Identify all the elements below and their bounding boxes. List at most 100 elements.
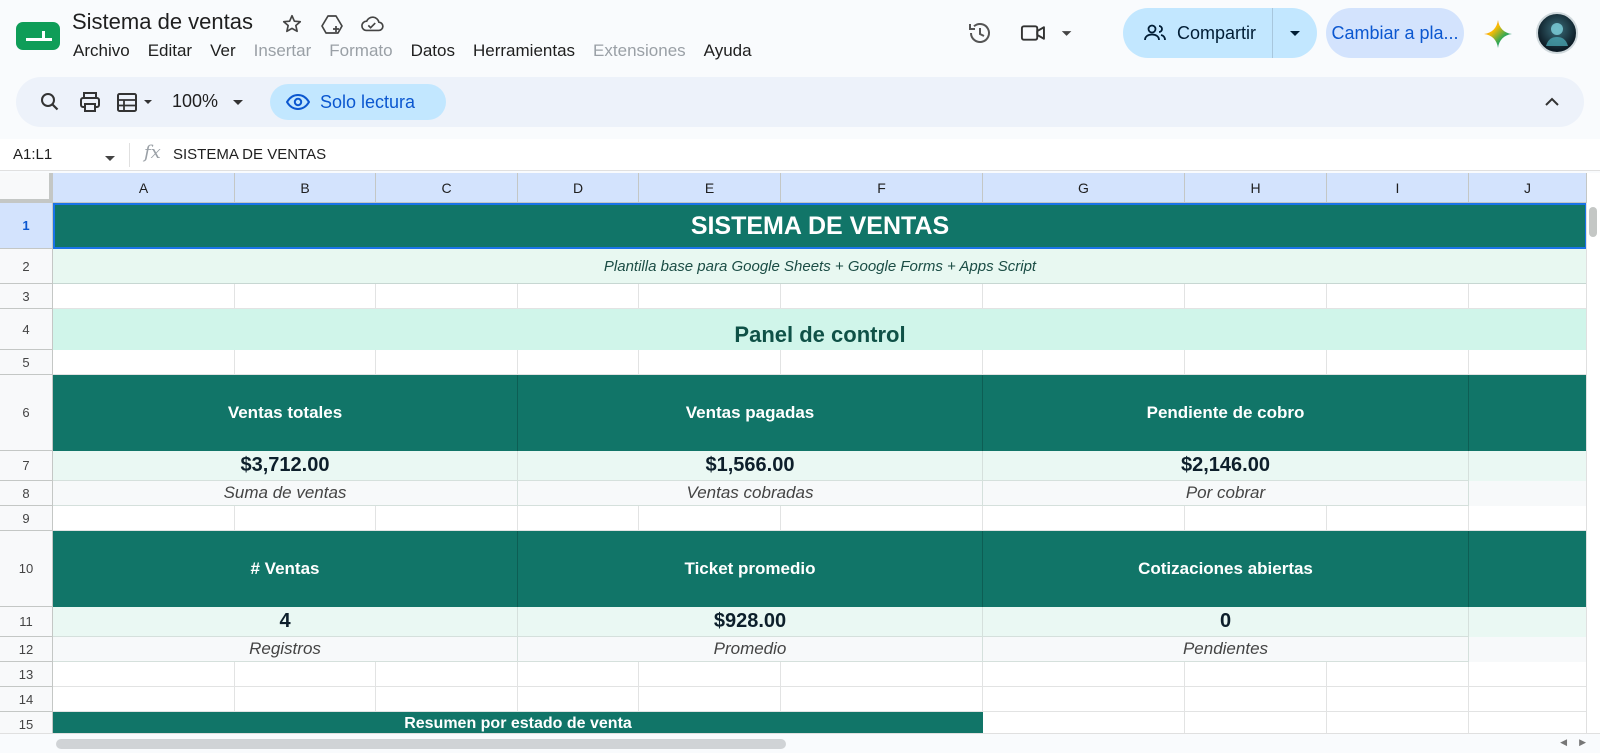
cell[interactable] [1185, 284, 1327, 309]
cell[interactable] [781, 284, 983, 309]
cell[interactable] [376, 662, 518, 687]
sheet-subtitle[interactable]: Plantilla base para Google Sheets + Goog… [53, 249, 1587, 284]
row-header-11[interactable]: 11 [0, 607, 53, 637]
zoom-select[interactable]: 100% [172, 91, 246, 112]
kpi-caption-ticket-promedio[interactable]: Promedio [518, 637, 983, 662]
menu-herramientas[interactable]: Herramientas [464, 40, 584, 62]
cell[interactable] [639, 506, 781, 531]
cell[interactable] [1469, 662, 1587, 687]
cell[interactable] [983, 687, 1185, 712]
meet-button[interactable] [1020, 20, 1076, 46]
column-header-d[interactable]: D [518, 173, 639, 203]
panel-title[interactable]: Panel de control [53, 309, 1587, 350]
kpi-heading-cotizaciones[interactable]: Cotizaciones abiertas [983, 531, 1469, 607]
menu-datos[interactable]: Datos [402, 40, 464, 62]
row-header-13[interactable]: 13 [0, 662, 53, 687]
cell[interactable] [1469, 451, 1587, 481]
cell[interactable] [53, 350, 235, 375]
cell[interactable] [376, 350, 518, 375]
cloud-status-icon[interactable] [360, 12, 384, 36]
name-box[interactable]: A1:L1 [13, 146, 52, 163]
cell[interactable] [518, 284, 639, 309]
cell[interactable] [1327, 662, 1469, 687]
kpi-value-ventas-totales[interactable]: $3,712.00 [53, 451, 518, 481]
kpi-caption-ventas-pagadas[interactable]: Ventas cobradas [518, 481, 983, 506]
menu-ayuda[interactable]: Ayuda [695, 40, 761, 62]
kpi-value-pendiente[interactable]: $2,146.00 [983, 451, 1469, 481]
kpi-caption-ventas-totales[interactable]: Suma de ventas [53, 481, 518, 506]
cell[interactable] [518, 350, 639, 375]
row-header-9[interactable]: 9 [0, 506, 53, 531]
cell[interactable] [53, 506, 235, 531]
column-header-c[interactable]: C [376, 173, 518, 203]
cell[interactable] [781, 506, 983, 531]
cell[interactable] [639, 687, 781, 712]
kpi-heading-ventas-totales[interactable]: Ventas totales [53, 375, 518, 451]
cell[interactable] [639, 662, 781, 687]
cell[interactable] [1185, 506, 1327, 531]
row-header-3[interactable]: 3 [0, 284, 53, 309]
switch-plan-button[interactable]: Cambiar a pla... [1326, 8, 1464, 58]
horizontal-scrollbar[interactable]: ◀ ▶ [0, 733, 1600, 753]
search-icon[interactable] [38, 90, 62, 114]
chevron-up-icon[interactable] [1540, 90, 1564, 114]
sheets-logo-icon[interactable] [16, 20, 60, 52]
menu-editar[interactable]: Editar [139, 40, 201, 62]
cell[interactable] [1469, 531, 1587, 607]
cell[interactable] [235, 284, 376, 309]
print-icon[interactable] [78, 90, 102, 114]
select-all-corner[interactable] [0, 173, 53, 203]
cell[interactable] [983, 284, 1185, 309]
cell[interactable] [518, 687, 639, 712]
row-header-2[interactable]: 2 [0, 249, 53, 284]
cell[interactable] [781, 662, 983, 687]
cell[interactable] [53, 284, 235, 309]
row-header-8[interactable]: 8 [0, 481, 53, 506]
read-only-badge[interactable]: Solo lectura [270, 84, 446, 120]
cell[interactable] [983, 506, 1185, 531]
cell[interactable] [376, 687, 518, 712]
column-header-a[interactable]: A [53, 173, 235, 203]
cell[interactable] [53, 687, 235, 712]
menu-formato[interactable]: Formato [320, 40, 401, 62]
cell[interactable] [1469, 712, 1587, 733]
formula-input[interactable]: SISTEMA DE VENTAS [173, 146, 326, 163]
kpi-heading-num-ventas[interactable]: # Ventas [53, 531, 518, 607]
cell[interactable] [1469, 481, 1587, 506]
column-header-e[interactable]: E [639, 173, 781, 203]
column-header-g[interactable]: G [983, 173, 1185, 203]
move-to-drive-icon[interactable] [320, 12, 344, 36]
cell[interactable] [1327, 506, 1469, 531]
cell[interactable] [1469, 687, 1587, 712]
cell[interactable] [1327, 350, 1469, 375]
cell[interactable] [1185, 350, 1327, 375]
cell[interactable] [1469, 637, 1587, 662]
cell[interactable] [983, 712, 1185, 733]
version-history-icon[interactable] [966, 19, 994, 47]
row-header-5[interactable]: 5 [0, 350, 53, 375]
row-header-12[interactable]: 12 [0, 637, 53, 662]
cell[interactable] [235, 687, 376, 712]
summary-title[interactable]: Resumen por estado de venta [53, 712, 983, 733]
menu-extensiones[interactable]: Extensiones [584, 40, 695, 62]
cell[interactable] [983, 350, 1185, 375]
share-dropdown[interactable] [1273, 23, 1317, 43]
cell[interactable] [1469, 506, 1587, 531]
column-header-j[interactable]: J [1469, 173, 1587, 203]
share-main[interactable]: Compartir [1123, 8, 1273, 58]
cell[interactable] [1469, 375, 1587, 451]
cell[interactable] [235, 506, 376, 531]
cell[interactable] [1327, 687, 1469, 712]
column-header-h[interactable]: H [1185, 173, 1327, 203]
vertical-scrollbar-thumb[interactable] [1589, 207, 1597, 237]
share-button[interactable]: Compartir [1123, 8, 1317, 58]
row-header-10[interactable]: 10 [0, 531, 53, 607]
column-header-f[interactable]: F [781, 173, 983, 203]
cell[interactable] [983, 662, 1185, 687]
cell[interactable] [376, 506, 518, 531]
row-header-1[interactable]: 1 [0, 203, 53, 249]
cell[interactable] [1469, 350, 1587, 375]
kpi-caption-num-ventas[interactable]: Registros [53, 637, 518, 662]
cell[interactable] [235, 350, 376, 375]
cell[interactable] [1469, 284, 1587, 309]
